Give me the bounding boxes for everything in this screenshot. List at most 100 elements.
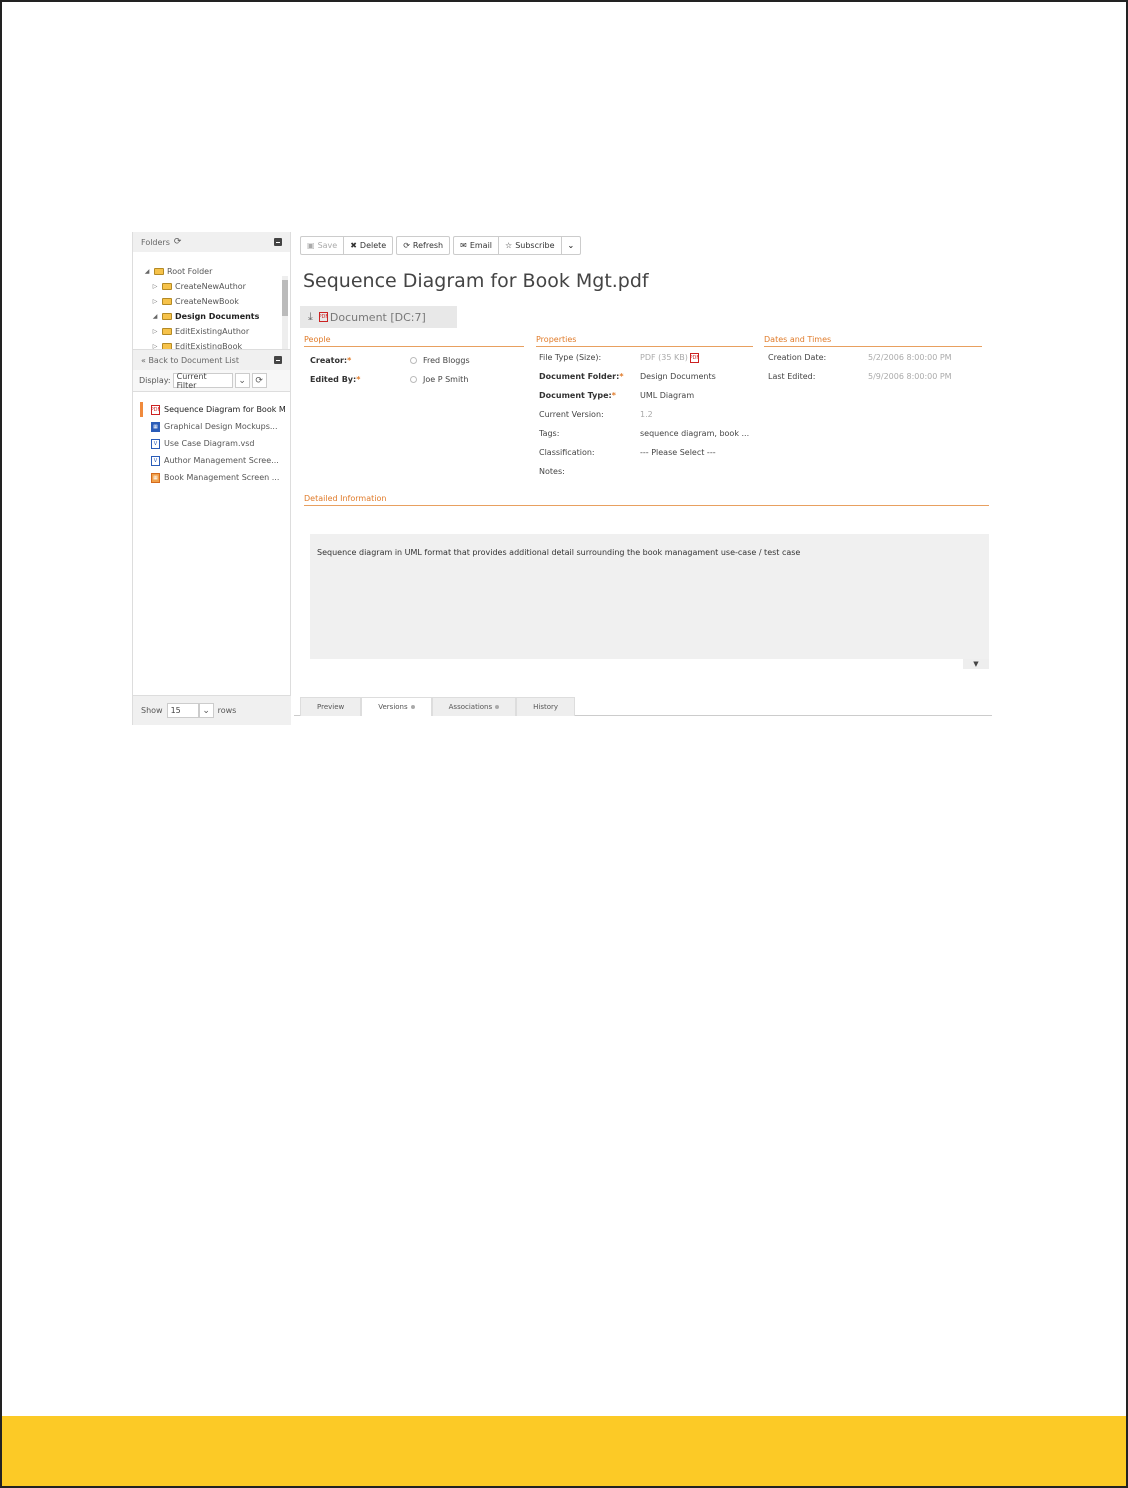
expand-toggle-icon[interactable]: ▷ (151, 328, 159, 335)
property-value[interactable]: --- Please Select --- (640, 448, 716, 457)
more-dropdown-button[interactable]: ⌄ (562, 237, 581, 254)
pdf-icon: PDF (150, 404, 161, 415)
display-filter-select[interactable]: Current Filter (172, 372, 233, 390)
expand-toggle-icon[interactable]: ▷ (151, 298, 159, 305)
tree-item[interactable]: ◢ Root Folder (143, 264, 290, 279)
save-button[interactable]: ▣ Save (301, 237, 345, 254)
document-list-item-label: Author Management Scree... (164, 456, 279, 465)
last-edited-value: 5/9/2006 8:00:00 PM (868, 372, 952, 381)
last-edited-label: Last Edited: (768, 372, 816, 381)
chevron-down-icon[interactable]: ⌄ (234, 373, 250, 388)
expand-toggle-icon[interactable]: ◢ (143, 268, 151, 275)
chevron-down-icon[interactable]: ⌄ (198, 703, 214, 718)
expand-toggle-icon[interactable]: ▷ (151, 283, 159, 290)
tree-item-label: CreateNewAuthor (175, 282, 246, 291)
tree-item-label: Root Folder (167, 267, 213, 276)
property-label: Classification: (539, 448, 595, 457)
image-icon: ▦ (151, 472, 160, 483)
pdf-icon: PDF (318, 312, 329, 322)
page-frame (0, 0, 1128, 1488)
folder-icon (162, 343, 172, 349)
creation-date-value: 5/2/2006 8:00:00 PM (868, 353, 952, 362)
expand-toggle-icon[interactable]: ▷ (151, 343, 159, 349)
property-label: Current Version: (539, 410, 604, 419)
refresh-icon[interactable]: ⟳ (174, 237, 182, 247)
back-to-document-list-link[interactable]: « Back to Document List (141, 356, 239, 365)
chevron-down-icon: ⌄ (567, 241, 575, 250)
property-row: File Type (Size): PDF PDF (35 KB) (539, 348, 753, 367)
tab-preview[interactable]: Preview (300, 697, 362, 716)
document-list-item[interactable]: ▦ Book Management Screen ... (133, 469, 290, 486)
creator-value[interactable]: Fred Bloggs (423, 356, 470, 365)
collapse-icon[interactable] (274, 356, 282, 364)
tree-scrollbar[interactable] (282, 276, 288, 349)
refresh-icon: ⟳ (403, 241, 410, 250)
property-value[interactable]: Design Documents (640, 372, 716, 381)
download-icon[interactable]: ⤓ (308, 310, 313, 324)
star-icon: ☆ (505, 241, 513, 250)
tree-item[interactable]: ▷ EditExistingAuthor (143, 324, 290, 339)
pagination-footer: Show 15 ⌄ rows (133, 695, 291, 725)
document-list-item[interactable]: V Use Case Diagram.vsd (133, 435, 290, 452)
tab-bar: Preview Versions Associations History (294, 697, 992, 716)
document-list-item[interactable]: ▦ Graphical Design Mockups... (133, 418, 290, 435)
notify-button-group: ✉ Email ☆ Subscribe ⌄ (453, 236, 582, 255)
display-filter-row: Display: Current Filter ⌄ ⟳ (133, 370, 290, 392)
edited-by-value[interactable]: Joe P Smith (423, 375, 468, 384)
property-value[interactable]: sequence diagram, book ... (640, 429, 749, 438)
document-list-item-label: Book Management Screen ... (164, 473, 280, 482)
tree-item[interactable]: ◢ Design Documents (143, 309, 290, 324)
subscribe-button[interactable]: ☆ Subscribe (499, 237, 562, 254)
description-text: Sequence diagram in UML format that prov… (317, 548, 801, 557)
folder-icon (162, 283, 172, 290)
tab-associations[interactable]: Associations (431, 697, 517, 716)
property-value: PDF PDF (35 KB) (640, 352, 700, 363)
rows-select[interactable]: 15 (166, 703, 199, 718)
description-textarea[interactable]: Sequence diagram in UML format that prov… (310, 534, 989, 659)
visio-icon: V (151, 455, 160, 466)
detailed-information-section: Detailed Information (304, 494, 989, 506)
tree-item[interactable]: ▷ CreateNewBook (143, 294, 290, 309)
creation-date-label: Creation Date: (768, 353, 827, 362)
folders-header: Folders ⟳ (133, 232, 290, 252)
property-label: Tags: (539, 429, 560, 438)
people-heading: People (304, 335, 524, 347)
dates-heading: Dates and Times (764, 335, 982, 347)
folder-icon (154, 268, 164, 275)
tree-item-label: CreateNewBook (175, 297, 239, 306)
expand-toggle-icon[interactable]: ◢ (151, 313, 159, 320)
chevron-down-icon[interactable]: ▼ (963, 659, 989, 669)
properties-section: Properties File Type (Size): PDF PDF (35 K… (536, 335, 753, 481)
envelope-icon: ✉ (460, 241, 467, 250)
folder-icon (162, 313, 172, 320)
tree-item[interactable]: ▷ EditExistingBook (143, 339, 290, 350)
save-icon: ▣ (307, 241, 315, 250)
document-id: Document [DC:7] (329, 310, 426, 324)
close-icon: ✖ (350, 241, 357, 250)
collapse-icon[interactable] (274, 238, 282, 246)
property-row: Notes: (539, 462, 753, 481)
folder-icon (162, 328, 172, 335)
visio-icon: V (151, 438, 160, 449)
document-list: PDF Sequence Diagram for Book M ▦ Graphical… (133, 392, 290, 486)
document-list-item[interactable]: PDF Sequence Diagram for Book M (133, 401, 290, 418)
tree-item-label: EditExistingAuthor (175, 327, 250, 336)
document-list-item[interactable]: V Author Management Scree... (133, 452, 290, 469)
tab-history[interactable]: History (516, 697, 576, 716)
creator-radio[interactable] (410, 357, 417, 364)
edited-by-radio[interactable] (410, 376, 417, 383)
email-button[interactable]: ✉ Email (454, 237, 500, 254)
pdf-icon: PDF (689, 352, 700, 363)
tree-item-label: EditExistingBook (175, 342, 243, 350)
page-title: Sequence Diagram for Book Mgt.pdf (303, 270, 649, 292)
refresh-icon[interactable]: ⟳ (251, 373, 267, 388)
property-value[interactable]: UML Diagram (640, 391, 694, 400)
document-details-app: Folders ⟳ ◢ Root Folder ▷ CreateNewAuthor ▷ C… (132, 232, 992, 727)
show-label: Show (141, 706, 163, 715)
refresh-button[interactable]: ⟳ Refresh (397, 237, 449, 254)
tree-item[interactable]: ▷ CreateNewAuthor (143, 279, 290, 294)
document-list-item-label: Graphical Design Mockups... (164, 422, 278, 431)
delete-button[interactable]: ✖ Delete (344, 237, 392, 254)
property-label: Notes: (539, 467, 565, 476)
tab-versions[interactable]: Versions (361, 697, 432, 716)
